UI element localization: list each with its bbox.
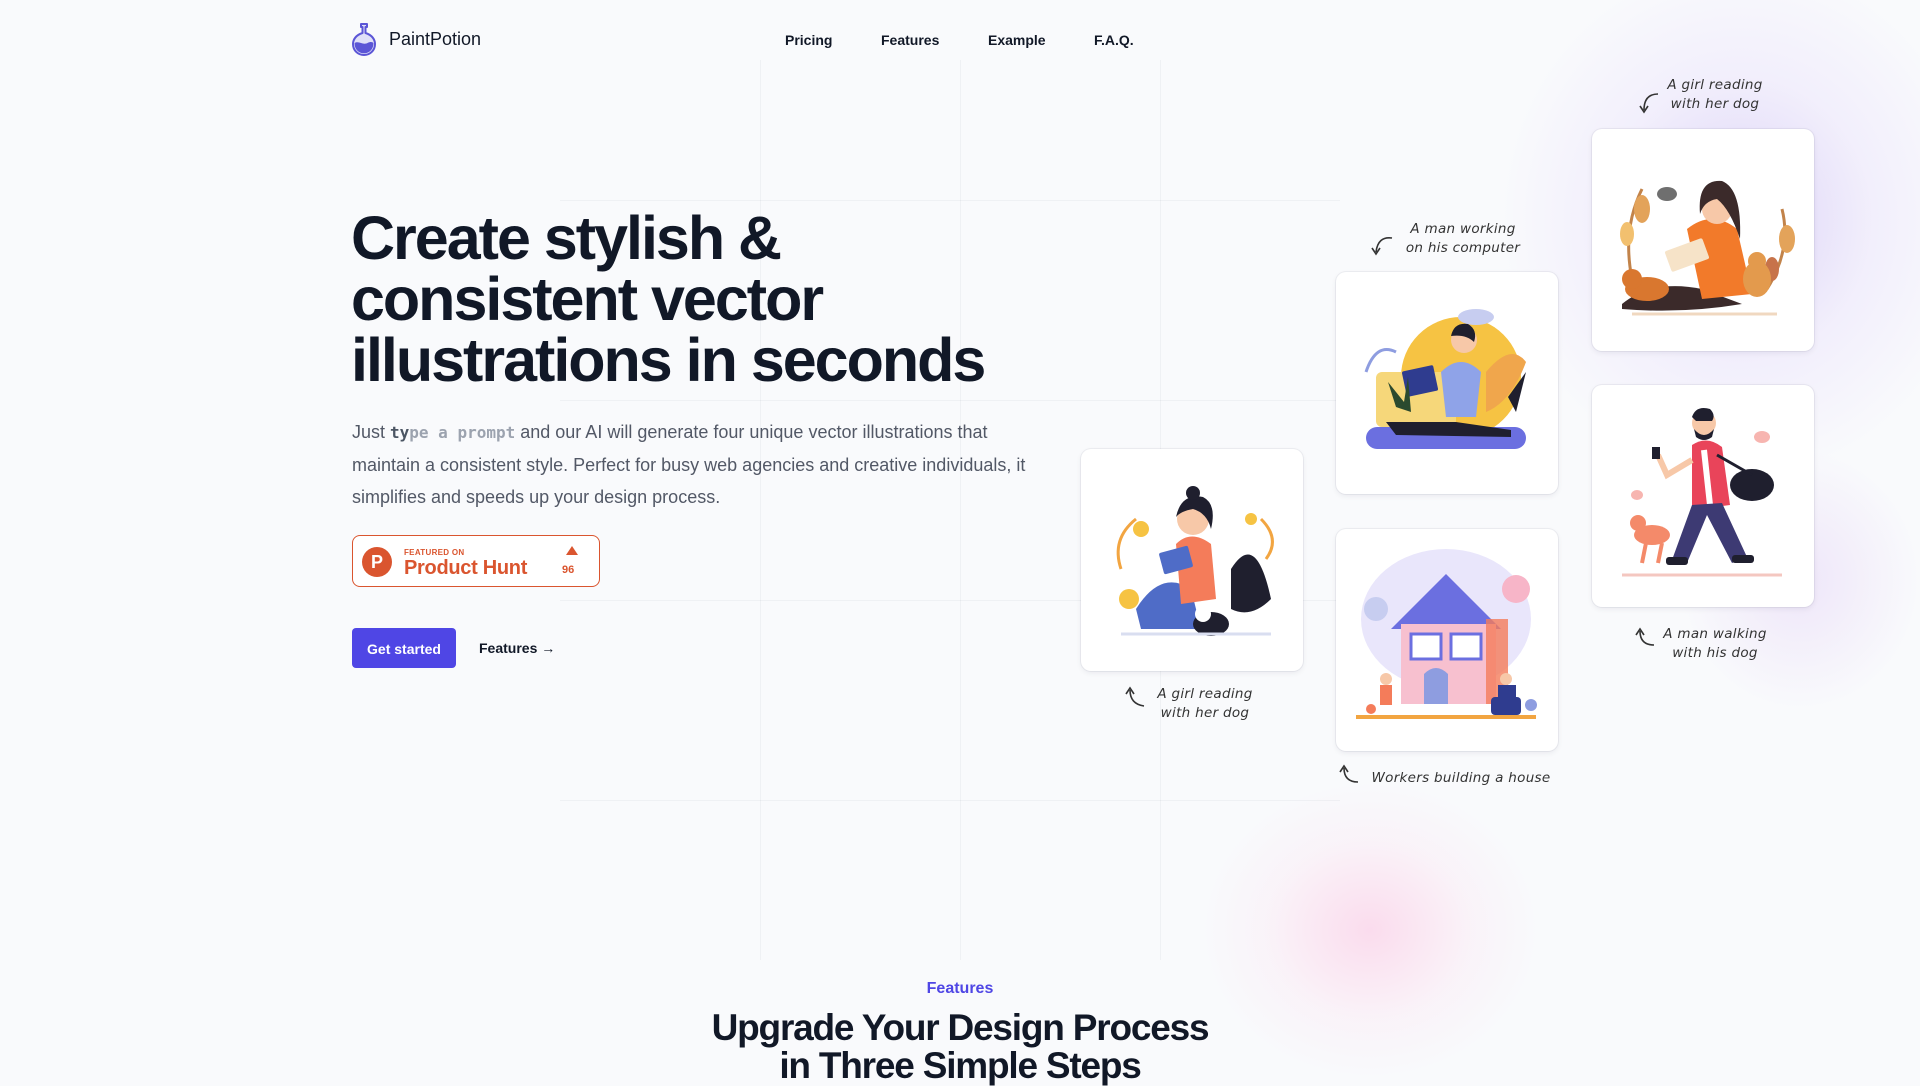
features-section-label: Features [926, 980, 994, 997]
product-hunt-name: Product Hunt [404, 557, 528, 579]
curved-arrow-icon [1639, 93, 1659, 114]
upvote-count: 96 [562, 564, 575, 576]
illustration-card-girl-reading[interactable] [1081, 449, 1303, 671]
hero-title-line-3: illustrations in seconds [351, 326, 986, 394]
curved-arrow-icon [1371, 236, 1393, 256]
man-computer-illustration [1364, 309, 1526, 449]
nav-link-features[interactable]: Features [881, 32, 939, 48]
hero-title: Create stylish & consistent vector illus… [351, 208, 1031, 391]
main-nav: Pricing Features Example F.A.Q. [0, 32, 1920, 52]
hero-title-line-2: consistent vector [351, 265, 824, 333]
product-hunt-featured-label: FEATURED ON [404, 548, 465, 557]
caption-workers-house: Workers building a house [1371, 770, 1551, 786]
curved-arrow-icon [1125, 686, 1145, 707]
features-link[interactable]: Features → [479, 640, 555, 656]
caption-man-walking: A man walking with his dog [1663, 626, 1767, 661]
hero-desc-prefix: Just [352, 422, 391, 442]
caption-girl-reading-1: A girl reading with her dog [1157, 686, 1253, 721]
girl-reading-dog-illustration [1620, 180, 1795, 316]
upvote-arrow-icon [566, 546, 578, 555]
caption-man-computer: A man working on his computer [1405, 221, 1521, 256]
man-walking-illustration [1622, 408, 1782, 577]
hero-title-line-1: Create stylish & [351, 204, 782, 272]
typing-prompt: type a prompt [390, 423, 515, 442]
illustration-card-workers-house[interactable] [1336, 529, 1558, 751]
illustration-card-man-computer[interactable] [1336, 272, 1558, 494]
features-section-title: Upgrade Your Design Process in Three Sim… [711, 1007, 1210, 1086]
curved-arrow-icon [1339, 764, 1359, 783]
nav-link-example[interactable]: Example [988, 32, 1046, 48]
illustration-card-girl-reading-dog[interactable] [1592, 129, 1814, 351]
product-hunt-badge[interactable]: P FEATURED ON Product Hunt 96 [352, 535, 600, 587]
curved-arrow-icon [1635, 627, 1655, 646]
illustration-card-man-walking[interactable] [1592, 385, 1814, 607]
caption-girl-reading-2: A girl reading with her dog [1667, 77, 1763, 112]
girl-reading-illustration [1116, 486, 1274, 636]
untyped-text: pe a prompt [409, 423, 516, 442]
nav-link-pricing[interactable]: Pricing [785, 32, 832, 48]
hero-description: Just type a prompt and our AI will gener… [352, 416, 1042, 513]
get-started-button[interactable]: Get started [352, 628, 456, 668]
nav-link-faq[interactable]: F.A.Q. [1094, 32, 1134, 48]
typed-text: ty [390, 423, 410, 442]
product-hunt-logo-icon: P [362, 547, 392, 577]
workers-house-illustration [1356, 549, 1537, 719]
